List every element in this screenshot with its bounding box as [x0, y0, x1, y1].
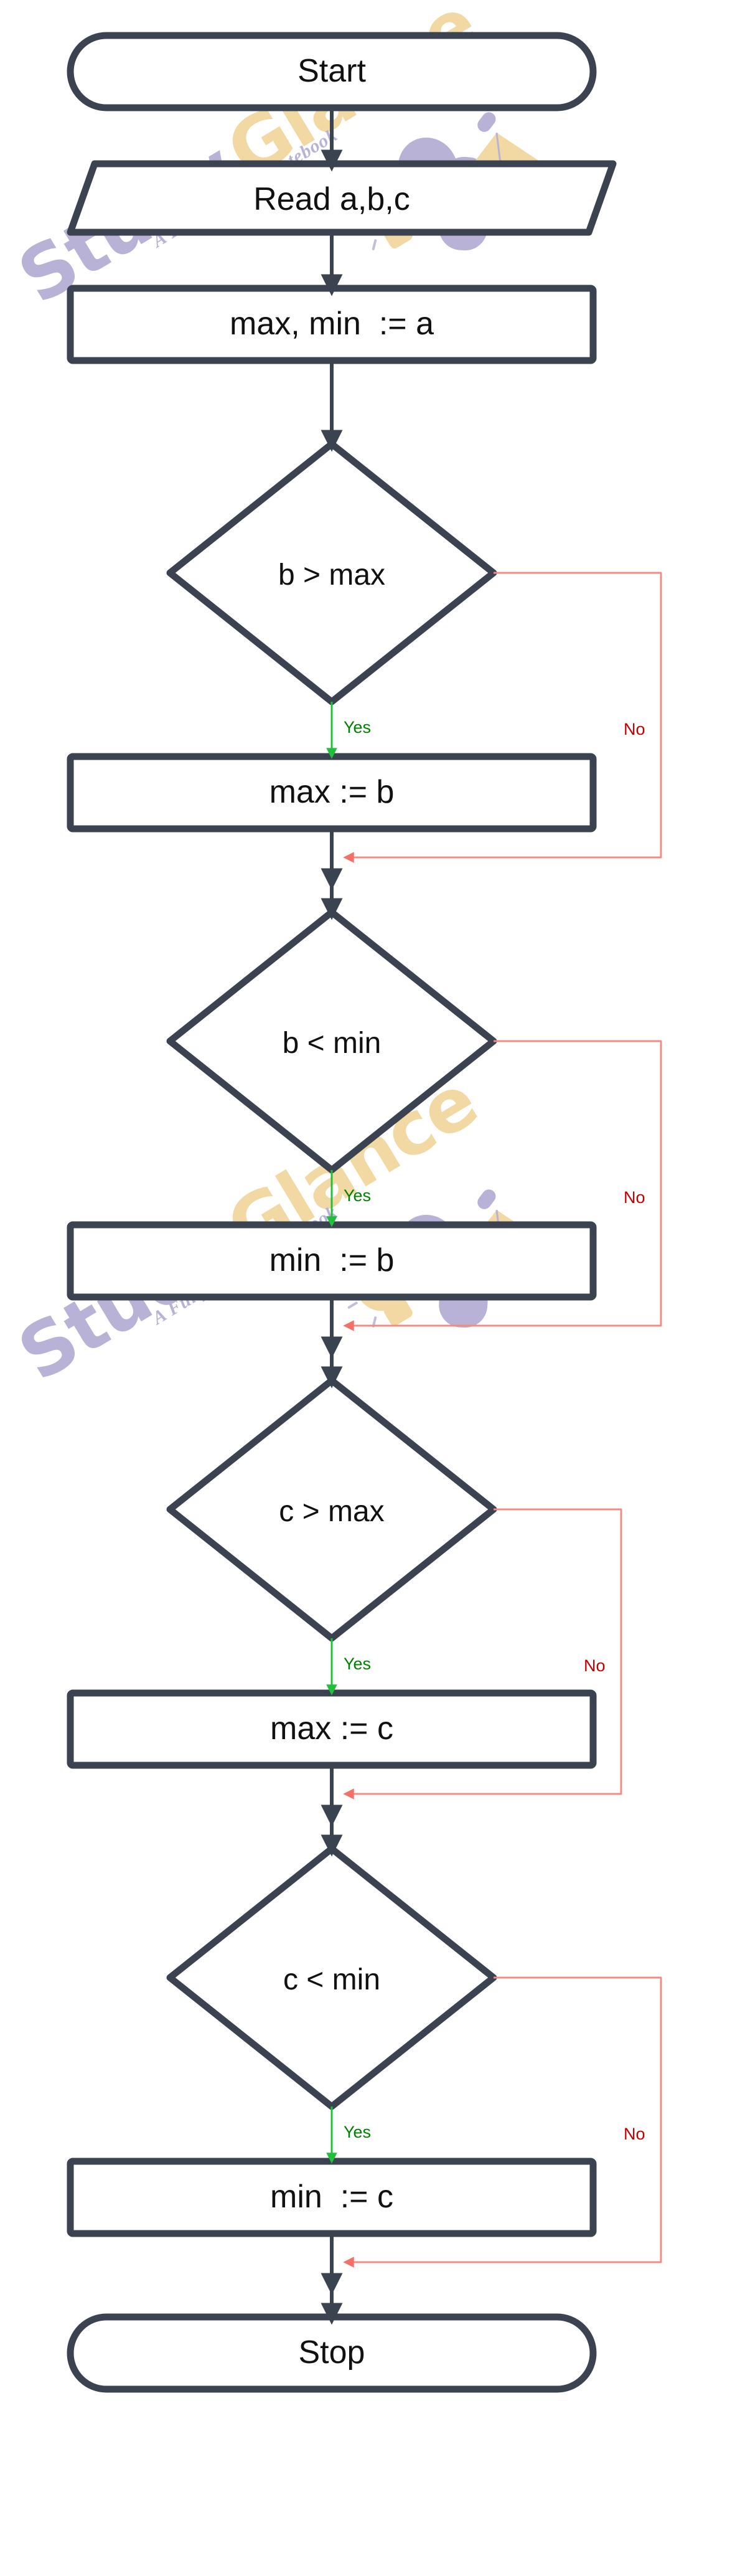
node-p2-label: min := b [269, 1242, 395, 1278]
node-init-label: max, min := a [230, 306, 434, 342]
branch-label-yes-d1: Yes [344, 718, 371, 737]
branch-label-yes-d4: Yes [344, 2123, 371, 2141]
node-p3-label: max := c [270, 1710, 393, 1747]
node-d3-label: c > max [279, 1495, 384, 1528]
node-d4-label: c < min [283, 1963, 380, 1996]
branch-label-no-d3: No [584, 1656, 606, 1675]
node-d2-label: b < min [283, 1027, 382, 1060]
branch-label-yes-d3: Yes [344, 1654, 371, 1673]
branch-label-no-d2: No [624, 1188, 645, 1207]
branch-label-no-d1: No [624, 720, 645, 738]
flowchart-canvas: Study Glance A Fully Loaded Notebook [0, 0, 740, 2576]
flowchart-svg: Start Read a,b,c max, min := a b > max m… [67, 32, 662, 2393]
node-d1-label: b > max [278, 559, 385, 592]
node-stop-label: Stop [299, 2334, 365, 2371]
branch-label-yes-d2: Yes [344, 1186, 371, 1205]
node-read-label: Read a,b,c [253, 181, 410, 217]
node-start-label: Start [297, 53, 366, 89]
branch-label-no-d4: No [624, 2125, 645, 2143]
node-p4-label: min := c [270, 2179, 393, 2215]
node-p1-label: max := b [269, 774, 395, 810]
